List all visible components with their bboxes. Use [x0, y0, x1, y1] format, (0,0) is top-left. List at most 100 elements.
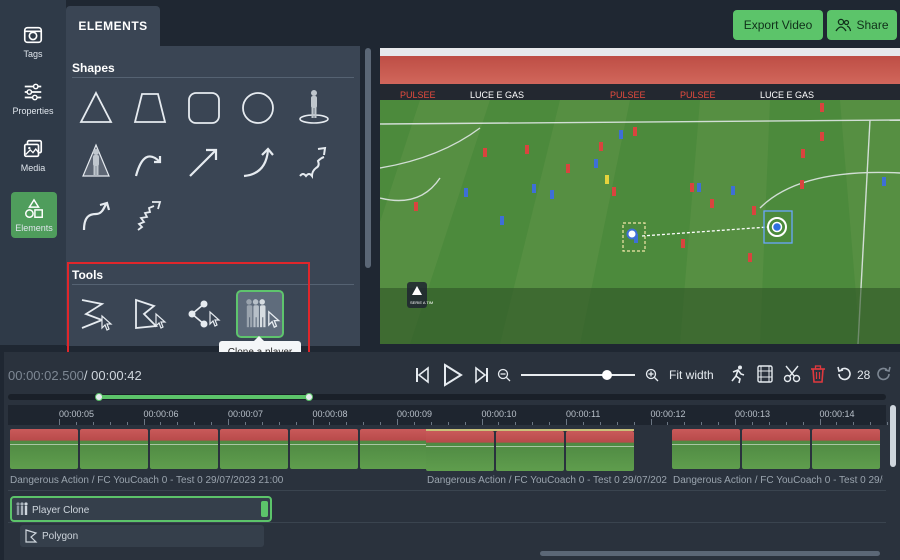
- skip-back-icon[interactable]: [414, 366, 430, 384]
- ruler-tick: [92, 422, 94, 425]
- ruler-tick: [853, 422, 855, 425]
- ruler-tick: [397, 419, 398, 425]
- ruler-tick: [768, 422, 770, 425]
- rail-label-tags: Tags: [23, 48, 43, 59]
- circle-icon: [242, 92, 274, 124]
- share-button[interactable]: Share: [827, 10, 897, 40]
- ruler-tick: [430, 422, 432, 425]
- ruler-tick: [126, 422, 128, 425]
- shape-curved-arrow[interactable]: [130, 142, 170, 182]
- ruler-tick: [177, 422, 179, 425]
- running-player-icon[interactable]: [727, 364, 747, 384]
- ruler-tick: [278, 422, 280, 425]
- zoom-slider-track[interactable]: [521, 374, 635, 376]
- shape-circle[interactable]: [238, 88, 278, 128]
- ruler-tick: [802, 422, 804, 425]
- redo-icon[interactable]: [876, 366, 892, 382]
- video-preview[interactable]: PULSEE LUCE E GAS PULSEE PULSEE LUCE E G…: [380, 48, 900, 344]
- shape-triangle[interactable]: [76, 88, 116, 128]
- clip-1-frame: [220, 429, 288, 469]
- clip-2-frame: [496, 431, 564, 471]
- panel-scrollbar[interactable]: [365, 48, 371, 268]
- export-video-label: Export Video: [743, 18, 813, 32]
- zoom-slider-thumb[interactable]: [601, 370, 612, 380]
- shapes-section-title: Shapes: [72, 61, 115, 75]
- ruler-tick: [481, 419, 483, 425]
- layer-polygon[interactable]: Polygon: [20, 525, 264, 547]
- zoom-out-icon[interactable]: [497, 368, 511, 382]
- ruler-tick: [413, 422, 415, 425]
- clip-3-frame: [742, 429, 810, 469]
- ruler-tick-label: 00:00:10: [481, 409, 517, 419]
- film-icon[interactable]: [757, 365, 773, 383]
- ruler-tick-label: 00:00:09: [397, 409, 433, 419]
- football-pitch-image: PULSEE LUCE E GAS PULSEE PULSEE LUCE E G…: [380, 48, 900, 344]
- layer-player-clone[interactable]: Player Clone: [10, 496, 272, 522]
- layer-polygon-label: Polygon: [42, 531, 79, 542]
- ruler-tick: [819, 419, 821, 425]
- clip-1[interactable]: [10, 429, 428, 473]
- range-selection[interactable]: [99, 395, 309, 399]
- shape-zigzag-arrow[interactable]: [130, 196, 170, 236]
- clip-3[interactable]: [672, 429, 880, 473]
- layer-player-clone-label: Player Clone: [32, 505, 90, 516]
- elements-tab[interactable]: ELEMENTS: [66, 6, 160, 46]
- track-divider: [8, 522, 886, 523]
- rail-item-media[interactable]: Media: [6, 132, 60, 178]
- shape-player-cone[interactable]: [76, 142, 116, 182]
- export-video-button[interactable]: Export Video: [733, 10, 823, 40]
- ruler-tick: [160, 422, 162, 425]
- rail-item-elements[interactable]: Elements: [11, 192, 57, 238]
- shape-s-curve-arrow[interactable]: [76, 196, 116, 236]
- skip-forward-icon[interactable]: [474, 366, 490, 384]
- ruler-tick: [109, 422, 111, 425]
- layer-resize-handle[interactable]: [261, 501, 268, 517]
- ruler-tick: [532, 422, 534, 425]
- rail-item-tags[interactable]: Tags: [6, 18, 60, 64]
- polygon-layer-icon: [25, 529, 38, 543]
- shape-rounded-square[interactable]: [184, 88, 224, 128]
- shape-straight-arrow[interactable]: [184, 142, 224, 182]
- clip-3-frame: [812, 429, 880, 469]
- clip-2-frame: [566, 431, 634, 471]
- shape-squiggle-arrow[interactable]: [294, 142, 334, 182]
- ruler-tick: [346, 422, 348, 425]
- clip-3-label: Dangerous Action / FC YouCoach 0 - Test …: [673, 475, 883, 486]
- range-end-handle[interactable]: [305, 393, 313, 401]
- ruler-tick: [59, 419, 60, 425]
- fit-width-button[interactable]: Fit width: [669, 368, 714, 382]
- play-icon[interactable]: [441, 363, 463, 387]
- shape-trapezoid[interactable]: [130, 88, 170, 128]
- rail-item-properties[interactable]: Properties: [6, 75, 60, 121]
- league-badge-text: SERIE A TIM: [410, 300, 433, 305]
- ruler-tick: [582, 422, 584, 425]
- shape-bent-arrow[interactable]: [238, 142, 278, 182]
- ruler-tick: [329, 422, 331, 425]
- scissors-icon[interactable]: [783, 365, 801, 383]
- range-start-handle[interactable]: [95, 393, 103, 401]
- ruler-tick-label: 00:00:06: [143, 409, 179, 419]
- ruler-tick: [515, 422, 517, 425]
- timeline-horizontal-scrollbar[interactable]: [540, 551, 880, 556]
- timeline-vertical-scrollbar[interactable]: [890, 405, 896, 467]
- ruler-tick: [735, 419, 736, 425]
- banner-text-1: PULSEE: [400, 90, 436, 100]
- clip-1-frame: [290, 429, 358, 469]
- ruler-tick: [599, 422, 601, 425]
- total-time: / 00:00:42: [83, 368, 142, 383]
- share-label: Share: [856, 18, 889, 32]
- undo-icon[interactable]: [836, 366, 852, 382]
- ruler-tick: [363, 422, 365, 425]
- ruler-tick: [261, 422, 263, 425]
- rail-label-elements: Elements: [15, 222, 53, 233]
- straight-arrow-icon: [189, 148, 218, 177]
- shape-player-spotlight[interactable]: [294, 86, 334, 126]
- clip-2[interactable]: [426, 429, 634, 473]
- ruler-tick: [751, 422, 753, 425]
- trash-icon[interactable]: [810, 365, 826, 383]
- banner-text-2: LUCE E GAS: [470, 90, 524, 100]
- images-icon: [23, 139, 43, 157]
- zoom-in-icon[interactable]: [645, 368, 659, 382]
- shapes-icon: [25, 197, 43, 218]
- sliders-icon: [24, 83, 42, 100]
